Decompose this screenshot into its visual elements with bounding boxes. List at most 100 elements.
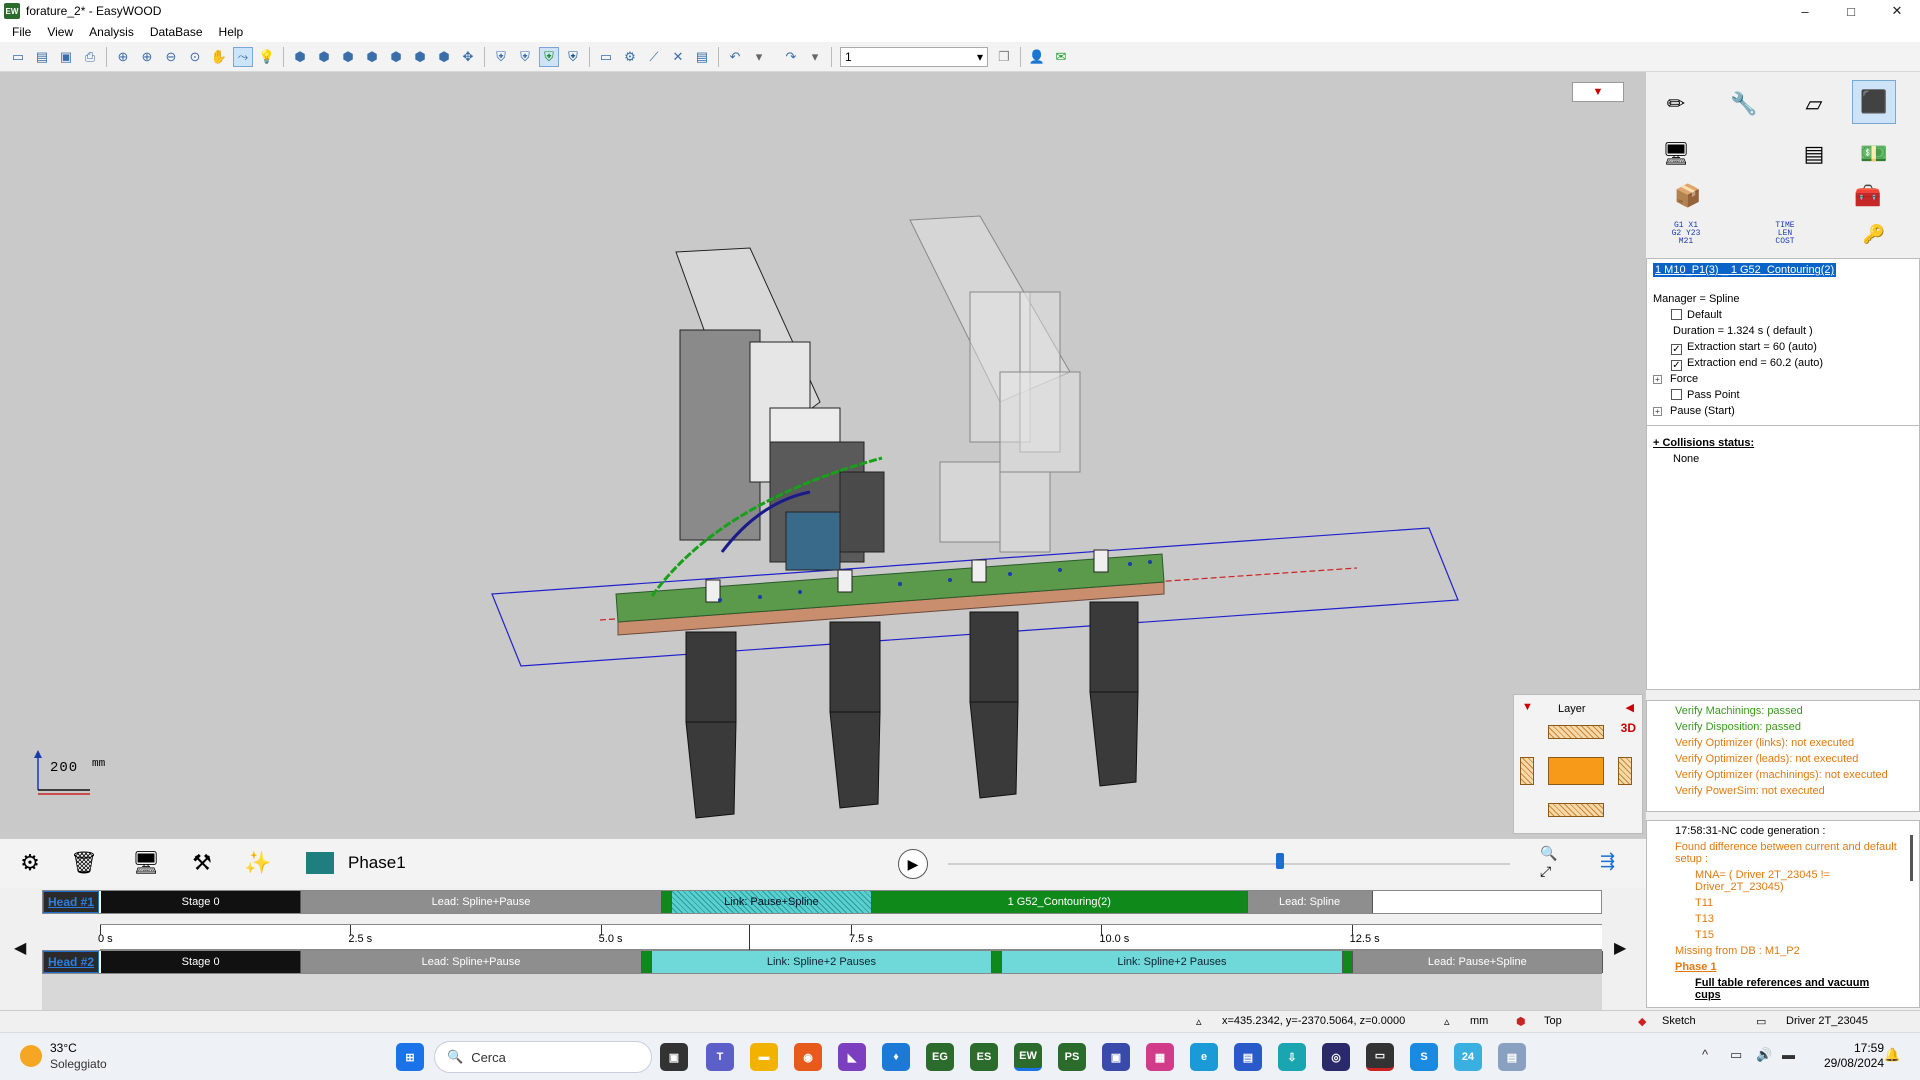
prop-extraction-start[interactable]: ✓ Extraction start = 60 (auto) xyxy=(1671,341,1817,355)
machine-icon[interactable]: ⚙ xyxy=(620,47,640,67)
driver-value[interactable]: Driver 2T_23045 xyxy=(1786,1015,1868,1027)
redo-dropdown-icon[interactable]: ▾ xyxy=(805,47,825,67)
zoom-out-icon[interactable]: ⊖ xyxy=(161,47,181,67)
visual-studio-icon[interactable]: ◣ xyxy=(838,1043,866,1071)
report-icon[interactable]: ▤ xyxy=(692,47,712,67)
head-1-track[interactable]: Head #1 Stage 0 Lead: Spline+Pause Link: P… xyxy=(42,890,1602,914)
windows-start-icon[interactable]: ⊞ xyxy=(396,1043,424,1071)
measure-icon[interactable]: ⟋ xyxy=(644,47,664,67)
head-2-track[interactable]: Head #2 Stage 0 Lead: Spline+Pause Link: S… xyxy=(42,950,1603,974)
expand-icon[interactable]: + xyxy=(1653,375,1662,384)
head2-segment[interactable]: Link: Spline+2 Pauses xyxy=(651,951,993,973)
app-24-icon[interactable]: 24 xyxy=(1454,1043,1482,1071)
shield-icon[interactable]: ⛨ xyxy=(491,47,511,67)
layer-top[interactable] xyxy=(1548,725,1604,739)
toolpath-icon[interactable]: ⤳ xyxy=(233,46,253,67)
head-1-label[interactable]: Head #1 xyxy=(43,891,99,913)
view-bottom-icon[interactable]: ⬢ xyxy=(434,47,454,67)
weather-condition[interactable]: Soleggiato xyxy=(50,1057,107,1071)
extraction-start-checkbox[interactable]: ✓ xyxy=(1671,344,1682,355)
new-file-icon[interactable]: ▭ xyxy=(8,47,28,67)
grid-app-icon[interactable]: ▦ xyxy=(1146,1043,1174,1071)
undo-icon[interactable]: ↶ xyxy=(725,47,745,67)
nc-full-table-1[interactable]: Full table references and vacuum xyxy=(1695,977,1869,989)
gear-icon[interactable]: ⚙ xyxy=(12,845,48,881)
download-icon[interactable]: ⇩ xyxy=(1278,1043,1306,1071)
shield-dark-icon[interactable]: ⛨ xyxy=(563,47,583,67)
trash-icon[interactable]: 🗑 xyxy=(66,845,102,881)
zoom-in-icon[interactable]: ⊕ xyxy=(137,47,157,67)
edit-pencil-icon[interactable]: ✏ xyxy=(1654,82,1698,126)
head2-segment[interactable] xyxy=(992,951,1003,973)
clock[interactable]: 17:59 29/08/2024 xyxy=(1824,1041,1884,1071)
undo-dropdown-icon[interactable]: ▾ xyxy=(749,47,769,67)
simulate-machine-icon[interactable]: 🖥 xyxy=(128,845,164,881)
notification-bell-icon[interactable]: 🔔 xyxy=(1884,1047,1900,1063)
maximize-button[interactable]: □ xyxy=(1828,0,1874,22)
pin-app-icon[interactable]: ♦ xyxy=(882,1043,910,1071)
timeline-prev-icon[interactable]: ◀ xyxy=(14,938,26,958)
playhead-marker[interactable] xyxy=(749,925,751,951)
playback-slider-thumb[interactable] xyxy=(1275,853,1284,869)
nc-full-table-2[interactable]: cups xyxy=(1695,989,1721,1001)
skype-icon[interactable]: S xyxy=(1410,1043,1438,1071)
redo-icon[interactable]: ↷ xyxy=(781,47,801,67)
unit-value[interactable]: mm xyxy=(1470,1015,1488,1027)
pass-point-checkbox[interactable] xyxy=(1671,389,1682,400)
minimize-button[interactable]: – xyxy=(1782,0,1828,22)
table-icon[interactable]: ▤ xyxy=(1792,132,1836,176)
key-icon[interactable]: 🔑 xyxy=(1852,212,1896,256)
default-checkbox[interactable] xyxy=(1671,309,1682,320)
selected-item-title[interactable]: 1 M10_P1(3) _ 1 G52_Contouring(2) xyxy=(1653,263,1837,277)
prop-pass-point[interactable]: Pass Point xyxy=(1671,389,1740,401)
print-icon[interactable]: ⎙ xyxy=(80,47,100,67)
save-app-icon[interactable]: ▣ xyxy=(1102,1043,1130,1071)
view-value[interactable]: Top xyxy=(1544,1015,1562,1027)
extraction-end-checkbox[interactable]: ✓ xyxy=(1671,360,1682,371)
layer-down-icon[interactable]: ▼ xyxy=(1522,701,1533,713)
view-top-icon[interactable]: ⬢ xyxy=(410,47,430,67)
menu-database[interactable]: DataBase xyxy=(142,25,211,39)
head2-segment[interactable]: Stage 0 xyxy=(101,951,302,973)
es-app-icon[interactable]: ES xyxy=(970,1043,998,1071)
layer-left[interactable] xyxy=(1520,757,1534,785)
tooling-box-icon[interactable]: 📦 xyxy=(1666,174,1710,218)
machine-setup-icon[interactable]: ⬛ xyxy=(1852,80,1896,124)
ps-app-icon[interactable]: PS xyxy=(1058,1043,1086,1071)
file-explorer-icon[interactable]: ▬ xyxy=(750,1043,778,1071)
task-view-icon[interactable]: ▣ xyxy=(660,1043,688,1071)
sun-icon[interactable] xyxy=(20,1045,42,1067)
layer-current[interactable] xyxy=(1548,757,1604,785)
prop-pause-start[interactable]: + Pause (Start) xyxy=(1653,405,1735,417)
layer-combo[interactable]: 1 ▾ xyxy=(840,46,988,67)
view-rotate-icon[interactable]: ✥ xyxy=(458,47,478,67)
head2-segment[interactable]: Lead: Pause+Spline xyxy=(1352,951,1603,973)
head2-segment[interactable] xyxy=(641,951,652,973)
time-len-cost-label[interactable]: TIME LEN COST xyxy=(1760,222,1810,246)
head2-segment[interactable] xyxy=(1342,951,1353,973)
panel-icon[interactable]: ▭ xyxy=(596,47,616,67)
view-front-icon[interactable]: ⬢ xyxy=(314,47,334,67)
taskbar-search[interactable]: 🔍 Cerca xyxy=(434,1041,652,1073)
prop-force[interactable]: + Force xyxy=(1653,373,1698,385)
copy-icon[interactable]: ❐ xyxy=(994,47,1014,67)
edge-icon[interactable]: e xyxy=(1190,1043,1218,1071)
head1-segment[interactable]: Stage 0 xyxy=(101,891,302,913)
open-file-icon[interactable]: ▤ xyxy=(32,47,52,67)
easywood-taskbar-icon[interactable]: EW xyxy=(1014,1043,1042,1071)
vpn-icon[interactable]: ◎ xyxy=(1322,1043,1350,1071)
zoom-window-icon[interactable]: ⊙ xyxy=(185,47,205,67)
menu-analysis[interactable]: Analysis xyxy=(81,25,142,39)
weather-temp[interactable]: 33°C xyxy=(50,1041,77,1055)
zoom-all-icon[interactable]: ⊕ xyxy=(113,47,133,67)
layer-right[interactable] xyxy=(1618,757,1632,785)
battery-icon[interactable]: ▬ xyxy=(1782,1047,1795,1062)
tool-icon[interactable]: 🔧 xyxy=(1722,82,1766,126)
light-icon[interactable]: 💡 xyxy=(257,47,277,67)
play-button[interactable]: ▶ xyxy=(898,849,928,879)
teams-icon[interactable]: T xyxy=(706,1043,734,1071)
filter-icon[interactable]: ⇶ xyxy=(1600,851,1615,872)
view-iso-icon[interactable]: ⬢ xyxy=(290,47,310,67)
explode-icon[interactable]: ✨ xyxy=(240,845,276,881)
nc-phase-link[interactable]: Phase 1 xyxy=(1675,961,1717,973)
